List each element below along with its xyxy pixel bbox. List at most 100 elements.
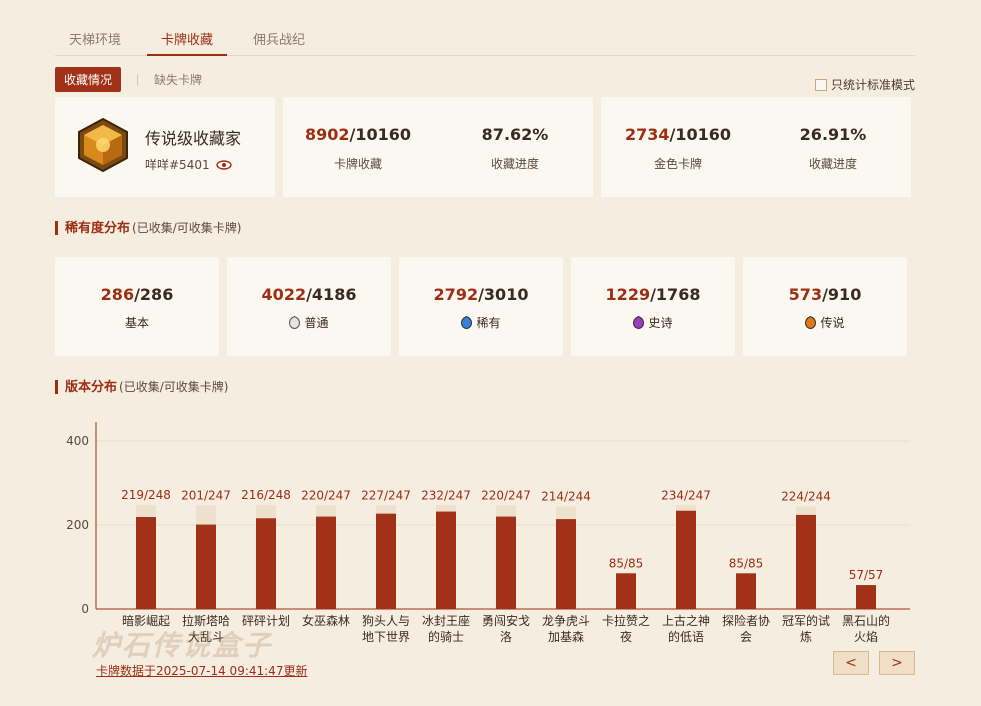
rarity-rare-label: 稀有 bbox=[476, 316, 501, 330]
rarity-card-basic: 286/286 基本 bbox=[55, 257, 219, 356]
cards-progress: 87.62% bbox=[481, 125, 549, 144]
bar-data-label: 234/247 bbox=[661, 488, 711, 502]
standard-mode-checkbox[interactable] bbox=[814, 78, 827, 91]
legendary-collector-badge-icon bbox=[78, 117, 128, 173]
bar-collected bbox=[376, 513, 396, 609]
bar-data-label: 227/247 bbox=[361, 488, 411, 502]
x-tick-label: 上古之神 bbox=[662, 613, 710, 628]
set-section-title: 版本分布 (已收集/可收集卡牌) bbox=[55, 380, 229, 395]
standard-mode-label: 只统计标准模式 bbox=[830, 78, 915, 92]
rarity-epic-total: /1768 bbox=[650, 285, 701, 304]
x-tick-label: 女巫森林 bbox=[302, 613, 350, 628]
rarity-rare-total: /3010 bbox=[478, 285, 529, 304]
x-tick-label: 会 bbox=[740, 630, 752, 644]
gold-progress: 26.91% bbox=[799, 125, 867, 144]
gold-count: 2734/10160 bbox=[608, 125, 748, 144]
rarity-common-total: /4186 bbox=[306, 285, 357, 304]
x-tick-label: 冰封王座 bbox=[422, 613, 470, 628]
cards-label: 卡牌收藏 bbox=[333, 157, 382, 171]
subtab-missing-cards[interactable]: 缺失卡牌 bbox=[154, 71, 202, 88]
x-tick-label: 龙争虎斗 bbox=[542, 614, 590, 628]
gold-label: 金色卡牌 bbox=[653, 157, 702, 171]
rarity-common-label: 普通 bbox=[304, 316, 329, 330]
next-page-button[interactable]: > bbox=[879, 651, 915, 675]
x-tick-label: 炼 bbox=[800, 629, 812, 644]
standard-mode-toggle[interactable]: 只统计标准模式 bbox=[814, 76, 915, 93]
bar-collected bbox=[556, 519, 576, 609]
x-tick-label: 地下世界 bbox=[362, 630, 410, 644]
cards-total: /10160 bbox=[349, 125, 412, 144]
bar-collected bbox=[736, 573, 756, 609]
rarity-legendary-label: 传说 bbox=[820, 316, 845, 330]
rarity-common-label-row: 普通 bbox=[227, 314, 391, 331]
tab-collection[interactable]: 卡牌收藏 bbox=[147, 20, 227, 56]
rarity-basic-have: 286 bbox=[100, 285, 135, 304]
set-title: 版本分布 bbox=[65, 380, 118, 395]
cards-count-block: 8902/10160 卡牌收藏 bbox=[288, 125, 428, 172]
bar-collected bbox=[256, 518, 276, 609]
rarity-rare-label-row: 稀有 bbox=[399, 314, 563, 331]
user-name: 咩咩#5401 bbox=[145, 158, 210, 172]
gold-total: /10160 bbox=[669, 125, 732, 144]
cards-progress-block: 87.62% 收藏进度 bbox=[445, 125, 585, 172]
x-tick-label: 卡拉赞之 bbox=[602, 613, 650, 628]
eye-icon[interactable] bbox=[215, 159, 232, 170]
rarity-card-rare: 2792/3010 稀有 bbox=[399, 257, 563, 356]
rarity-basic-label: 基本 bbox=[124, 316, 149, 330]
subtab-divider bbox=[137, 73, 139, 86]
tab-ladder[interactable]: 天梯环境 bbox=[55, 20, 135, 55]
bar-collected bbox=[136, 517, 156, 609]
rare-gem-icon bbox=[461, 316, 473, 329]
bar-data-label: 220/247 bbox=[301, 488, 351, 502]
rarity-epic-have: 1229 bbox=[605, 285, 651, 304]
card-collection-card: 8902/10160 卡牌收藏 87.62% 收藏进度 bbox=[283, 97, 593, 197]
rarity-epic-label: 史诗 bbox=[648, 316, 673, 330]
rarity-card-epic: 1229/1768 史诗 bbox=[571, 257, 735, 356]
bar-data-label: 85/85 bbox=[609, 556, 644, 570]
legendary-gem-icon bbox=[805, 316, 817, 329]
rarity-common-have: 4022 bbox=[261, 285, 307, 304]
rarity-epic-value: 1229/1768 bbox=[571, 285, 735, 304]
rarity-basic-value: 286/286 bbox=[55, 285, 219, 304]
bar-collected bbox=[676, 510, 696, 609]
profile-card: 传说级收藏家 咩咩#5401 bbox=[55, 97, 275, 197]
x-tick-label: 的低语 bbox=[668, 629, 704, 644]
prev-page-button[interactable]: < bbox=[833, 651, 869, 675]
x-tick-label: 勇闯安戈 bbox=[482, 613, 530, 628]
rarity-card-common: 4022/4186 普通 bbox=[227, 257, 391, 356]
bar-collected bbox=[616, 573, 636, 609]
bar-data-label: 224/244 bbox=[781, 490, 831, 504]
y-tick-label: 200 bbox=[66, 518, 89, 532]
bar-collected bbox=[856, 585, 876, 609]
x-tick-label: 的骑士 bbox=[428, 629, 464, 644]
golden-card-card: 2734/10160 金色卡牌 26.91% 收藏进度 bbox=[601, 97, 911, 197]
bar-data-label: 232/247 bbox=[421, 488, 471, 502]
y-tick-label: 400 bbox=[66, 434, 89, 448]
updated-time-link[interactable]: 卡牌数据于2025-07-14 09:41:47更新 bbox=[96, 662, 307, 679]
x-tick-label: 洛 bbox=[500, 629, 512, 644]
rarity-subtitle: (已收集/可收集卡牌) bbox=[132, 221, 242, 235]
bar-data-label: 201/247 bbox=[181, 488, 231, 502]
rarity-rare-value: 2792/3010 bbox=[399, 285, 563, 304]
sub-tabs: 收藏情况 缺失卡牌 bbox=[55, 67, 202, 92]
bar-data-label: 220/247 bbox=[481, 488, 531, 502]
rarity-legendary-have: 573 bbox=[788, 285, 823, 304]
cards-progress-label: 收藏进度 bbox=[490, 157, 539, 171]
rarity-section-title: 稀有度分布 (已收集/可收集卡牌) bbox=[55, 221, 242, 236]
set-subtitle: (已收集/可收集卡牌) bbox=[119, 380, 229, 394]
bar-collected bbox=[196, 524, 216, 609]
rarity-common-value: 4022/4186 bbox=[227, 285, 391, 304]
cards-count: 8902/10160 bbox=[288, 125, 428, 144]
x-tick-label: 加基森 bbox=[548, 629, 584, 644]
x-tick-label: 火焰 bbox=[854, 629, 878, 644]
tab-mercenaries[interactable]: 佣兵战纪 bbox=[239, 20, 319, 55]
rarity-legendary-label-row: 传说 bbox=[743, 314, 907, 331]
rarity-card-legendary: 573/910 传说 bbox=[743, 257, 907, 356]
x-tick-label: 黑石山的 bbox=[842, 613, 890, 628]
subtab-collection-status[interactable]: 收藏情况 bbox=[55, 67, 122, 92]
main-tabs: 天梯环境 卡牌收藏 佣兵战纪 bbox=[55, 20, 915, 56]
bar-data-label: 57/57 bbox=[849, 568, 884, 582]
bar-collected bbox=[316, 516, 336, 609]
bar-data-label: 219/248 bbox=[121, 488, 171, 502]
rarity-rare-have: 2792 bbox=[433, 285, 479, 304]
